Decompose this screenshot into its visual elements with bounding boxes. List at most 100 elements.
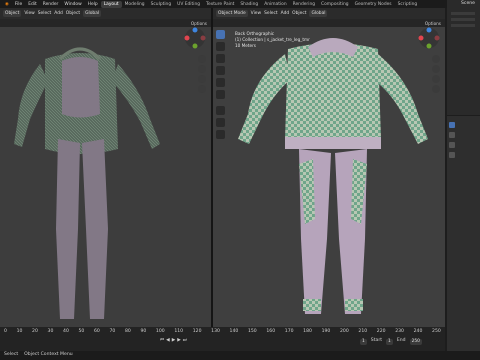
menu-help[interactable]: Help: [85, 2, 101, 7]
prev-key-icon[interactable]: ◀: [166, 338, 170, 344]
tab-layout[interactable]: Layout: [100, 0, 122, 8]
menu-window[interactable]: Window: [61, 2, 84, 7]
left-orientation-dropdown[interactable]: Global: [83, 10, 102, 17]
camera-icon[interactable]: [432, 75, 440, 83]
properties-tab-icon[interactable]: [449, 152, 455, 158]
right-options-button[interactable]: Options: [425, 21, 441, 26]
tab-rendering[interactable]: Rendering: [290, 1, 318, 8]
right-viewport[interactable]: [213, 19, 445, 327]
tab-modeling[interactable]: Modeling: [122, 1, 148, 8]
menu-file[interactable]: File: [12, 2, 25, 7]
jump-end-icon[interactable]: ⏭: [183, 338, 187, 344]
timeline-tick: 30: [47, 329, 54, 334]
right-mode-dropdown[interactable]: Object Mode: [216, 10, 248, 17]
left-menu-add[interactable]: Add: [54, 11, 63, 16]
timeline-tick: 90: [140, 329, 147, 334]
properties-tab-icon[interactable]: [449, 122, 455, 128]
tab-scripting[interactable]: Scripting: [395, 1, 421, 8]
left-menu-view[interactable]: View: [24, 11, 34, 16]
timeline-tick: 200: [339, 329, 349, 334]
timeline-tick: 250: [432, 329, 441, 334]
end-label: End: [396, 338, 406, 343]
viewport-scale: 10 Meters: [235, 43, 256, 48]
measure-tool-icon[interactable]: [216, 118, 225, 127]
outliner-panel[interactable]: Scene: [447, 0, 480, 115]
tab-animation[interactable]: Animation: [261, 1, 289, 8]
right-menu-view[interactable]: View: [251, 11, 261, 16]
scale-tool-icon[interactable]: [216, 78, 225, 87]
current-frame-field[interactable]: 1: [360, 339, 367, 346]
move-tool-icon[interactable]: [216, 54, 225, 63]
timeline-panel[interactable]: 0 10 20 30 40 50 60 70 80 90 100 110 120 130 140 150 160…: [0, 327, 445, 351]
timeline-tick: 190: [321, 329, 331, 334]
properties-panel[interactable]: [447, 116, 480, 351]
frame-range: 1 Start 1 End 250: [360, 338, 422, 346]
timeline-tick: 140: [229, 329, 239, 334]
scene-label: Scene: [461, 1, 476, 6]
textured-mesh-figure: [238, 38, 428, 314]
select-tool-icon[interactable]: [216, 30, 225, 39]
properties-tab-icon[interactable]: [449, 132, 455, 138]
transform-tool-icon[interactable]: [216, 90, 225, 99]
play-icon[interactable]: ▶: [172, 338, 176, 344]
wireframe-mesh-figure: [14, 47, 160, 319]
start-label: Start: [370, 338, 383, 343]
timeline-tick: 240: [413, 329, 423, 334]
add-cube-tool-icon[interactable]: [216, 130, 225, 139]
outliner-item[interactable]: [451, 12, 475, 15]
left-menu-select[interactable]: Select: [38, 11, 52, 16]
status-context-menu: Object Context Menu: [24, 352, 73, 358]
axis-gizmo-icon[interactable]: [418, 27, 440, 49]
viewport-collection: (1) Collection | s_jacket_tre_leg_tmr: [235, 37, 310, 42]
tab-texture-paint[interactable]: Texture Paint: [203, 1, 237, 8]
end-frame-field[interactable]: 250: [409, 339, 422, 346]
right-menu-add[interactable]: Add: [281, 11, 290, 16]
tab-shading[interactable]: Shading: [237, 1, 261, 8]
left-mode-dropdown[interactable]: Object: [3, 10, 22, 17]
timeline-ruler[interactable]: 0 10 20 30 40 50 60 70 80 90 100 110 120 130 140 150 160…: [4, 329, 441, 336]
right-menu-select[interactable]: Select: [264, 11, 278, 16]
blender-logo-icon[interactable]: ◉: [2, 2, 12, 7]
left-options-row: Options: [0, 19, 211, 27]
right-menu-object[interactable]: Object: [292, 11, 306, 16]
cursor-tool-icon[interactable]: [216, 42, 225, 51]
zoom-icon[interactable]: [432, 55, 440, 63]
left-viewport[interactable]: [0, 19, 211, 327]
timeline-tick: 10: [16, 329, 23, 334]
start-frame-field[interactable]: 1: [386, 339, 393, 346]
perspective-grid-icon[interactable]: [198, 85, 206, 93]
properties-tab-icon[interactable]: [449, 142, 455, 148]
annotate-tool-icon[interactable]: [216, 106, 225, 115]
timeline-tick: 80: [124, 329, 131, 334]
timeline-tick: 220: [376, 329, 386, 334]
axis-gizmo-icon[interactable]: [184, 27, 206, 49]
status-bar: Select Object Context Menu: [0, 351, 480, 360]
viewport-view-name: Back Orthographic: [235, 31, 275, 36]
right-orientation-dropdown[interactable]: Global: [309, 10, 328, 17]
next-key-icon[interactable]: ▶: [177, 338, 181, 344]
right-viewport-header: Object Mode View Select Add Object Globa…: [213, 8, 445, 19]
left-menu-object[interactable]: Object: [66, 11, 80, 16]
timeline-tick: 20: [32, 329, 38, 334]
tab-sculpting[interactable]: Sculpting: [148, 1, 175, 8]
timeline-tick: 180: [303, 329, 312, 334]
tab-uv-editing[interactable]: UV Editing: [174, 1, 203, 8]
pan-hand-icon[interactable]: [198, 65, 206, 73]
left-options-button[interactable]: Options: [191, 21, 207, 26]
timeline-tick: 70: [109, 329, 116, 334]
timeline-tick: 210: [358, 329, 368, 334]
tab-geometry-nodes[interactable]: Geometry Nodes: [352, 1, 395, 8]
perspective-grid-icon[interactable]: [432, 85, 440, 93]
outliner-item[interactable]: [451, 18, 475, 21]
timeline-tick: 130: [211, 329, 220, 334]
rotate-tool-icon[interactable]: [216, 66, 225, 75]
jump-start-icon[interactable]: ⏮: [160, 338, 164, 344]
tab-compositing[interactable]: Compositing: [318, 1, 352, 8]
menu-edit[interactable]: Edit: [25, 2, 40, 7]
zoom-icon[interactable]: [198, 55, 206, 63]
menu-render[interactable]: Render: [40, 2, 62, 7]
outliner-item[interactable]: [451, 24, 475, 27]
pan-hand-icon[interactable]: [432, 65, 440, 73]
left-viewport-header: Object View Select Add Object Global: [0, 8, 211, 19]
camera-icon[interactable]: [198, 75, 206, 83]
